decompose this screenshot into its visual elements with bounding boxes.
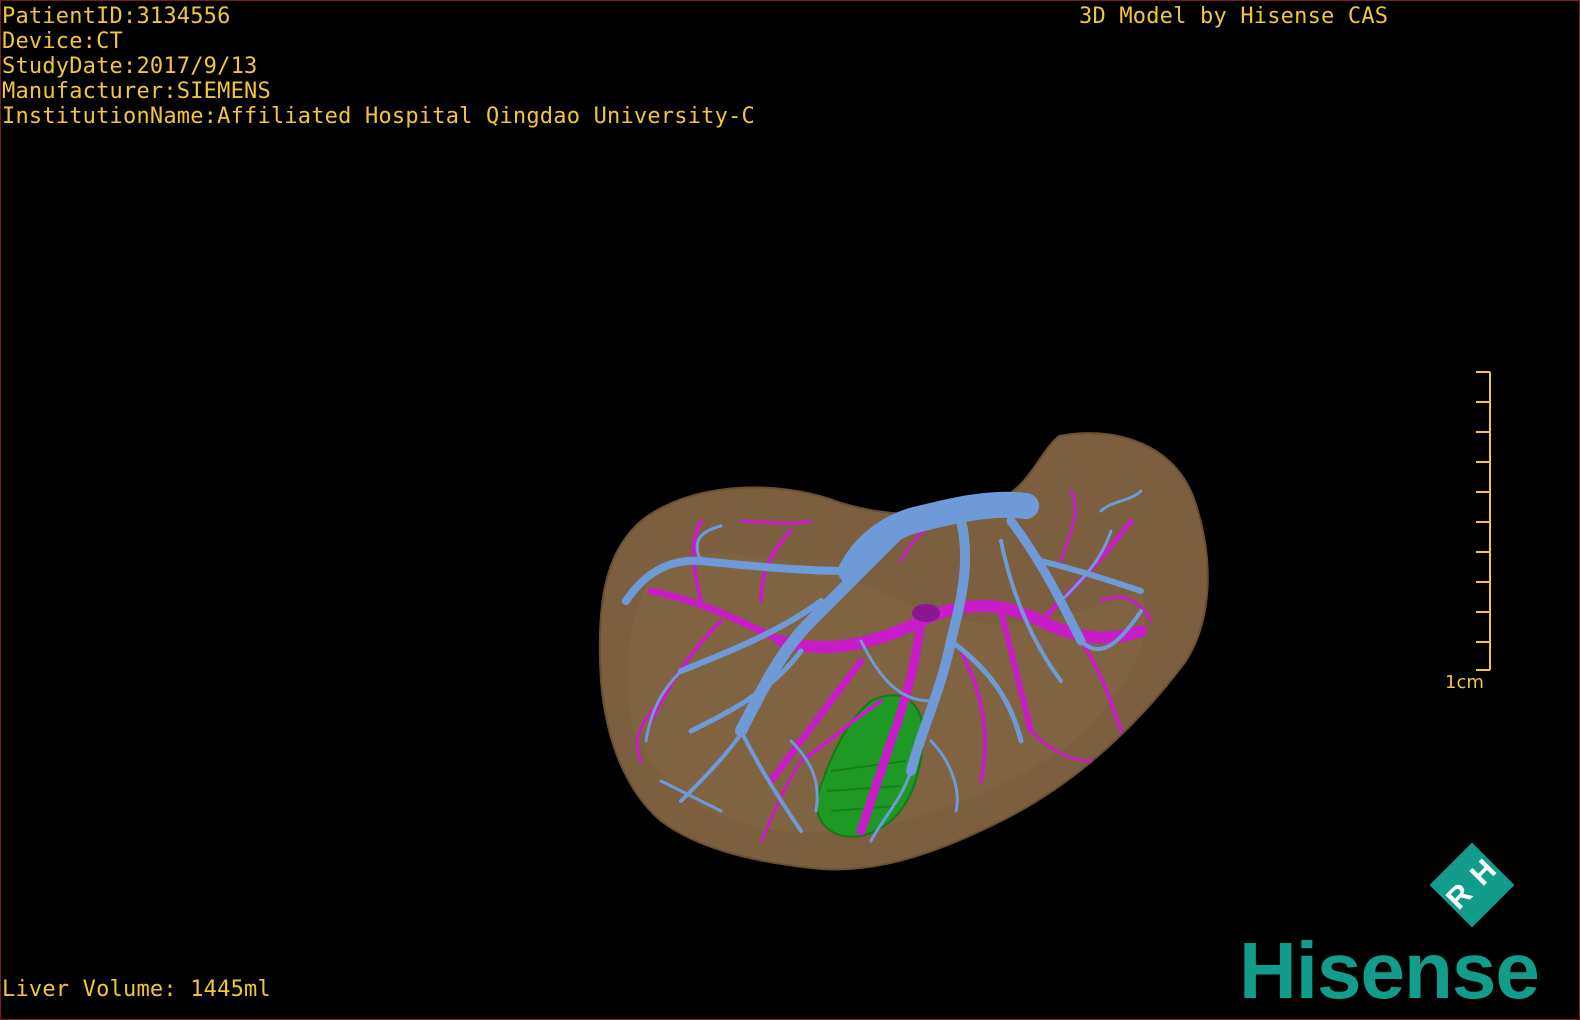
- device-line: Device:CT: [2, 29, 124, 54]
- patient-id-line: PatientID:3134556: [2, 4, 231, 29]
- scale-bar-label: 1cm: [1445, 672, 1484, 693]
- 3d-viewport[interactable]: PatientID:3134556 Device:CT StudyDate:2017…: [0, 0, 1580, 1020]
- scale-bar: [1476, 371, 1491, 671]
- manufacturer-line: Manufacturer:SIEMENS: [2, 79, 271, 104]
- hr-badge-logo: H R: [1421, 834, 1523, 936]
- study-date-line: StudyDate:2017/9/13: [2, 54, 258, 79]
- 3d-liver-scene[interactable]: [1, 1, 1579, 1019]
- patient-metadata: PatientID:3134556 Device:CT StudyDate:2017…: [2, 4, 755, 129]
- hisense-logo: Hisense: [1239, 926, 1540, 1015]
- institution-line: InstitutionName:Affiliated Hospital Qing…: [2, 104, 755, 129]
- diamond-logo-icon: [1429, 842, 1515, 928]
- liver-volume-readout: Liver Volume: 1445ml: [2, 977, 271, 1002]
- model-caption: 3D Model by Hisense CAS: [1079, 4, 1389, 29]
